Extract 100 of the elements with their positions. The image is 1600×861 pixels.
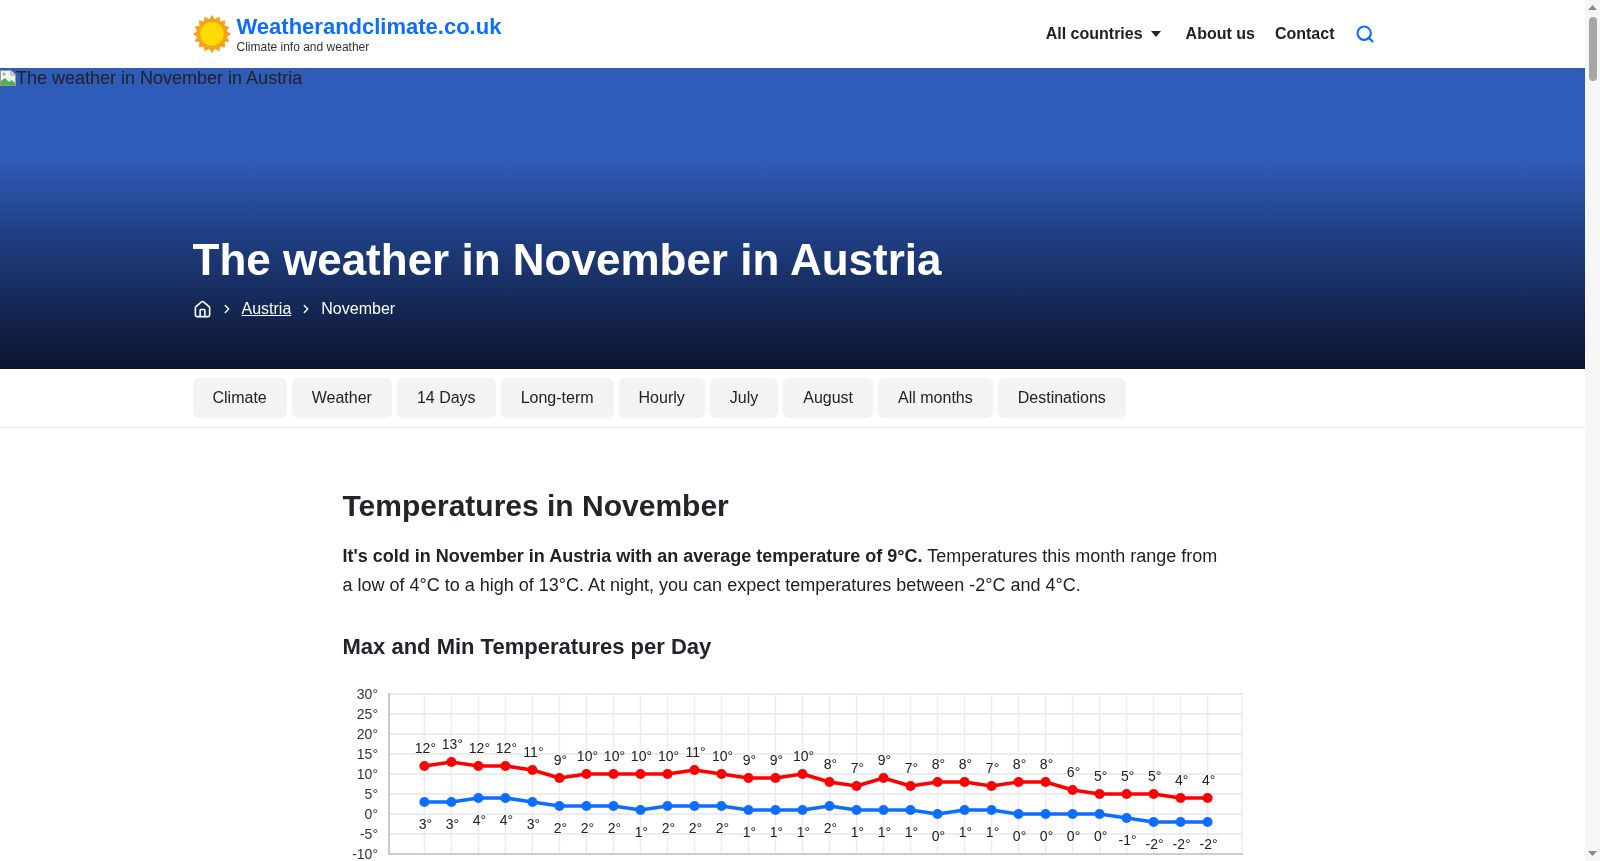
scrollbar-thumb[interactable] <box>1588 17 1597 81</box>
data-label: 4° <box>1201 772 1215 788</box>
site-name-link[interactable]: Weatherandclimate.co.uk <box>236 13 502 40</box>
chart-heading: Max and Min Temperatures per Day <box>342 633 712 661</box>
data-point <box>824 777 834 787</box>
data-label: 0° <box>1066 828 1080 844</box>
y-axis-label: -10° <box>351 846 378 861</box>
data-label: 1° <box>958 824 972 840</box>
data-label: 1° <box>796 824 810 840</box>
data-label: 8° <box>958 756 972 772</box>
data-point <box>797 769 807 779</box>
data-point <box>878 805 888 815</box>
data-label: 2° <box>823 820 837 836</box>
section-tab[interactable]: All months <box>878 378 993 418</box>
section-tab[interactable]: Hourly <box>618 378 705 418</box>
data-point <box>905 781 915 791</box>
data-label: 5° <box>1093 768 1107 784</box>
data-label: 10° <box>711 748 733 764</box>
data-point <box>418 761 429 771</box>
data-point <box>607 769 618 779</box>
data-point <box>472 761 483 771</box>
data-label: 7° <box>904 760 918 776</box>
data-point <box>1013 777 1024 787</box>
data-point <box>959 777 970 787</box>
data-label: 1° <box>877 824 891 840</box>
section-tab[interactable]: July <box>709 378 779 418</box>
data-label: 10° <box>657 748 679 764</box>
data-point <box>1175 793 1186 803</box>
data-label: 0° <box>1012 828 1026 844</box>
section-tab[interactable]: Destinations <box>997 378 1126 418</box>
data-label: 10° <box>792 748 814 764</box>
data-label: 2° <box>661 820 675 836</box>
sun-logo-icon <box>192 15 231 53</box>
data-label: 1° <box>634 824 648 840</box>
data-label: 12° <box>468 740 490 756</box>
data-label: -1° <box>1118 832 1137 848</box>
data-label: 3° <box>445 816 459 832</box>
data-label: 11° <box>684 744 706 760</box>
data-label: 3° <box>526 816 540 832</box>
data-point <box>716 801 726 811</box>
data-point <box>986 781 997 791</box>
data-point <box>526 797 537 807</box>
scroll-up-icon[interactable] <box>1588 5 1597 10</box>
data-label: 10° <box>630 748 652 764</box>
data-point <box>797 805 807 815</box>
data-point <box>418 797 429 807</box>
section-tab[interactable]: 14 Days <box>396 378 496 418</box>
data-label: 6° <box>1066 764 1080 780</box>
data-point <box>1067 809 1078 819</box>
data-label: 9° <box>742 752 756 768</box>
data-point <box>634 769 645 779</box>
data-label: 8° <box>1012 756 1026 772</box>
data-label: -2° <box>1145 836 1164 852</box>
section-tab[interactable]: August <box>783 378 874 418</box>
data-point <box>932 809 943 819</box>
data-label: 0° <box>1039 828 1053 844</box>
data-label: 4° <box>472 812 486 828</box>
nav-link[interactable]: Contact <box>1274 22 1335 46</box>
data-point <box>743 773 753 783</box>
data-point <box>1148 789 1159 799</box>
scroll-down-icon[interactable] <box>1588 851 1597 856</box>
data-point <box>580 769 591 779</box>
y-axis-label: 10° <box>356 766 378 782</box>
data-point <box>499 793 510 803</box>
search-button[interactable] <box>1354 24 1375 44</box>
section-tab[interactable]: Long-term <box>500 378 614 418</box>
data-label: 10° <box>576 748 598 764</box>
data-point <box>770 805 780 815</box>
data-label: 1° <box>904 824 918 840</box>
y-axis-label: 25° <box>356 706 378 722</box>
data-point <box>743 805 753 815</box>
y-axis-label: 20° <box>356 726 378 742</box>
data-label: 1° <box>769 824 783 840</box>
data-label: 11° <box>522 744 543 760</box>
section-tab[interactable]: Weather <box>291 378 392 418</box>
search-icon <box>1354 24 1375 44</box>
intro-paragraph: It's cold in November in Austria with an average temperature of 9°C. Temperatures this month range from a low of 4°C to a high of 13°C. At night, you can expect temperatures between -2°C and 4°C. <box>342 545 1219 597</box>
y-axis-label: 30° <box>356 686 378 702</box>
home-link[interactable] <box>192 299 212 319</box>
nav-link[interactable]: About us <box>1185 22 1255 46</box>
y-axis-label: 0° <box>364 806 378 822</box>
data-label: 3° <box>418 816 432 832</box>
breadcrumb-link[interactable]: Austria <box>241 297 292 321</box>
data-point <box>878 773 888 783</box>
page-title: The weather in November in Austria <box>192 234 942 286</box>
data-label: 13° <box>441 736 463 752</box>
y-axis-label: 15° <box>356 746 378 762</box>
data-point <box>1202 817 1213 827</box>
data-label: -2° <box>1199 836 1218 852</box>
caret-icon <box>1150 31 1161 37</box>
data-label: 4° <box>499 812 513 828</box>
section-tab[interactable]: Climate <box>192 378 287 418</box>
data-label: 7° <box>985 760 999 776</box>
scrollbar[interactable] <box>1585 0 1600 861</box>
data-point <box>553 773 564 783</box>
data-point <box>553 801 564 811</box>
data-label: 5° <box>1120 768 1134 784</box>
data-point <box>472 793 483 803</box>
data-point <box>851 805 861 815</box>
nav-dropdown[interactable]: All countries <box>1045 22 1161 46</box>
